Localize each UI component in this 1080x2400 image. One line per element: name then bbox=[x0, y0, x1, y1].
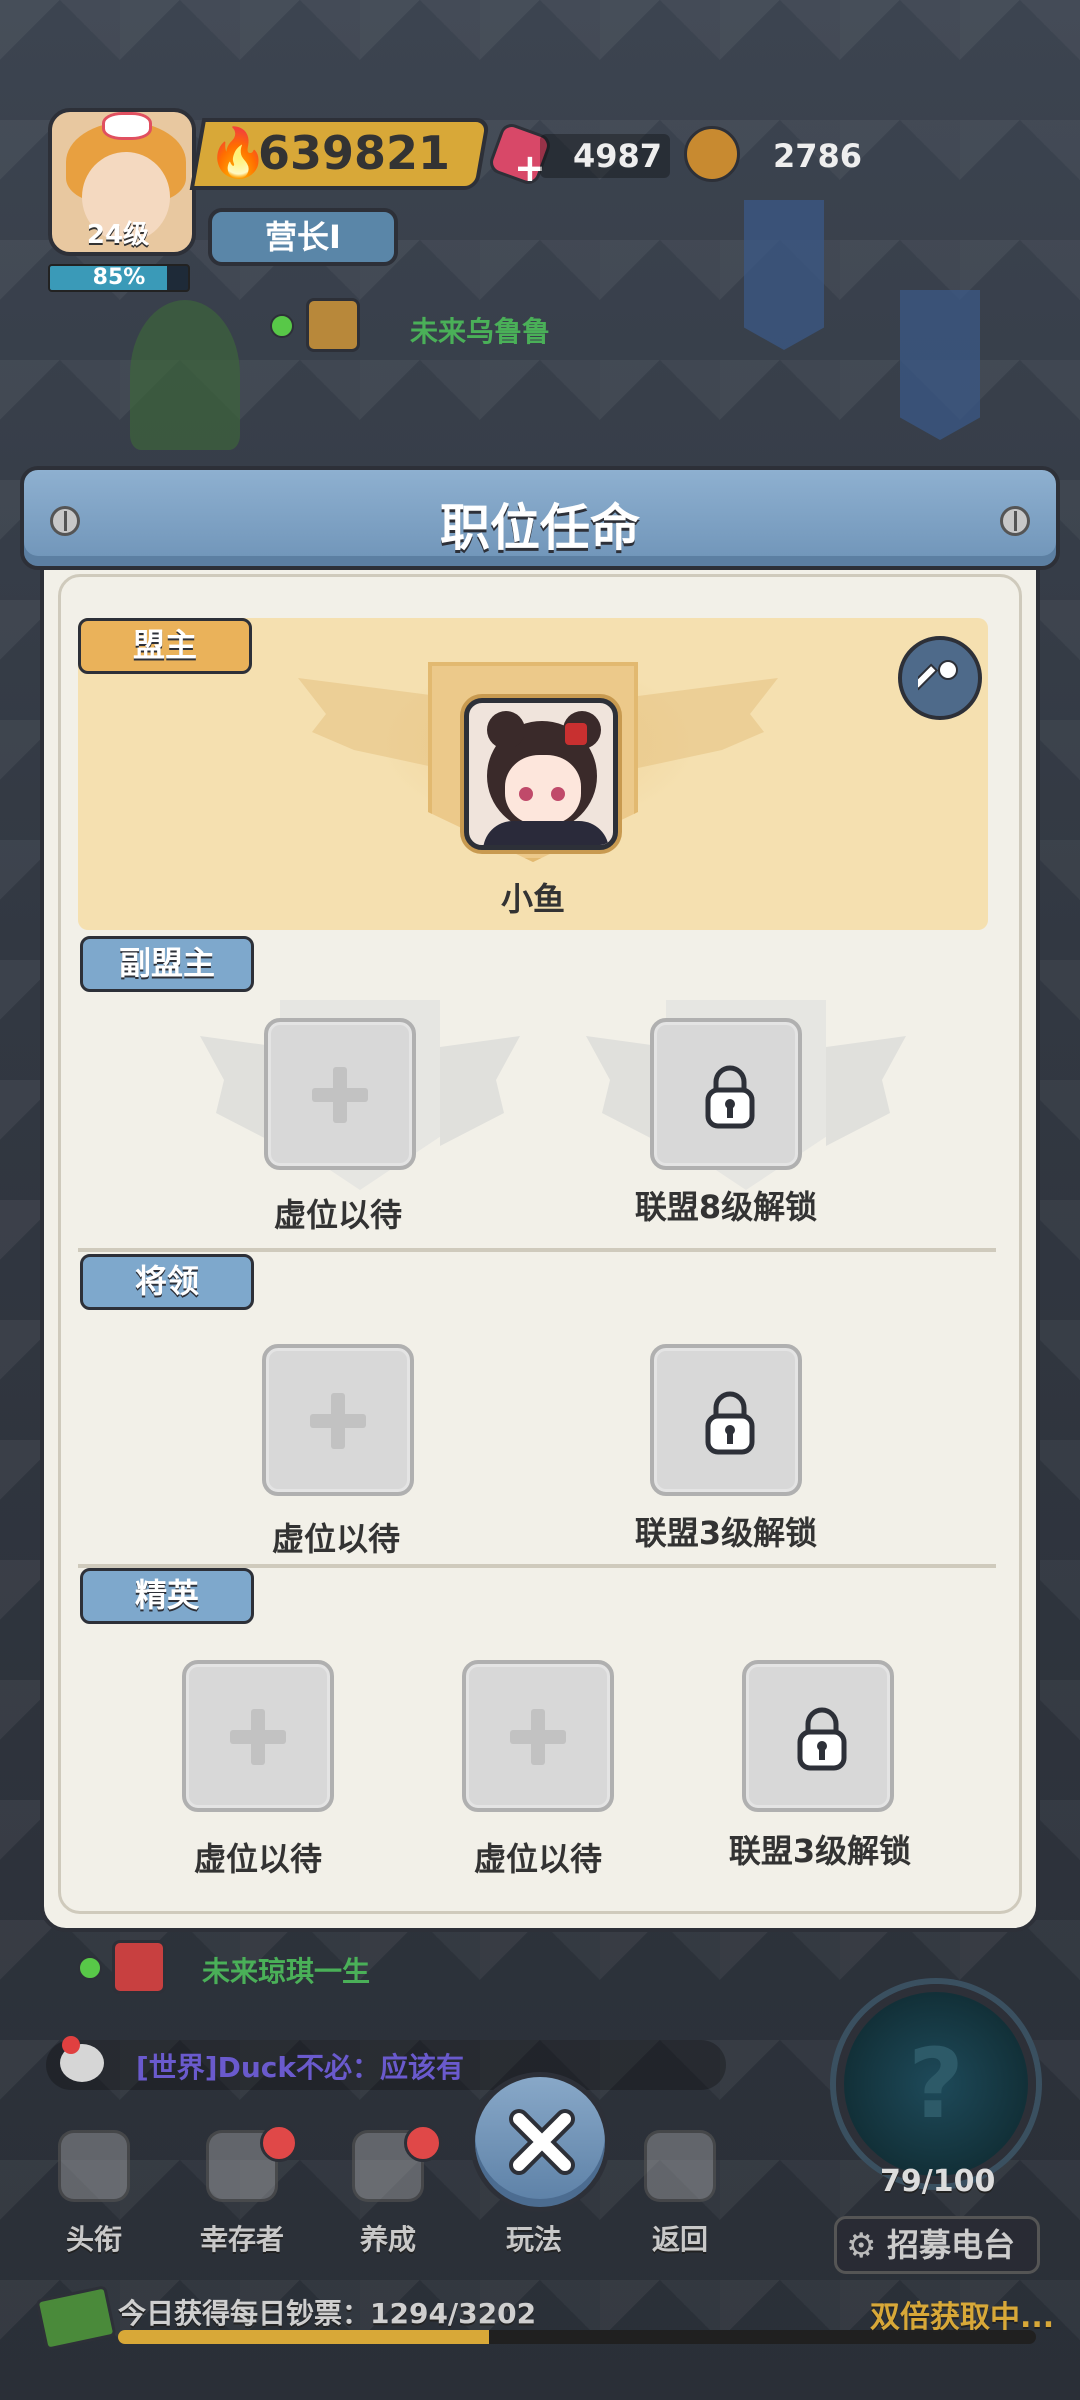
background-plant bbox=[130, 300, 240, 450]
notification-dot bbox=[260, 2124, 298, 2162]
lock-icon bbox=[705, 1391, 755, 1455]
section-tag-leader: 盟主 bbox=[78, 618, 252, 674]
leader-name: 小鱼 bbox=[500, 880, 565, 918]
other-player-avatar[interactable] bbox=[112, 1940, 166, 1994]
nav-title[interactable]: 头衔 bbox=[34, 2130, 154, 2270]
power-value: 639821 bbox=[258, 126, 451, 180]
exit-icon bbox=[644, 2130, 716, 2202]
general-slot-label: 虚位以待 bbox=[271, 1520, 400, 1558]
section-tag-deputy: 副盟主 bbox=[80, 936, 254, 992]
modal-title: 职位任命 bbox=[440, 499, 640, 557]
chat-message[interactable]: [世界]Duck不必：应该有 bbox=[136, 2046, 464, 2086]
nearby-player-name[interactable]: 未来乌鲁鲁 bbox=[410, 310, 550, 350]
gear-icon: ⚙ bbox=[846, 2226, 877, 2266]
notification-dot bbox=[404, 2124, 442, 2162]
radar-count: 79/100 bbox=[880, 2164, 996, 2199]
deputy-slot-label: 虚位以待 bbox=[273, 1196, 402, 1234]
nav-back[interactable]: 返回 bbox=[620, 2130, 740, 2270]
deputy-slot-empty[interactable] bbox=[264, 1018, 416, 1170]
gem-count: 4987 bbox=[540, 134, 670, 178]
player-level: 24级 bbox=[86, 220, 150, 250]
key-icon bbox=[918, 660, 958, 691]
exp-percent: 85% bbox=[92, 265, 146, 290]
general-slot-label: 联盟3级解锁 bbox=[634, 1514, 818, 1552]
question-mark-icon: ? bbox=[908, 2028, 964, 2140]
star-badge-icon bbox=[58, 2130, 130, 2202]
daily-tickets-fill bbox=[118, 2330, 489, 2344]
background-banner bbox=[900, 290, 980, 440]
general-slot-empty[interactable] bbox=[262, 1344, 414, 1496]
close-icon bbox=[509, 2109, 575, 2175]
modal-header: 职位任命 bbox=[20, 466, 1060, 570]
elite-slot-empty[interactable] bbox=[462, 1660, 614, 1812]
section-tag-elite: 精英 bbox=[80, 1568, 254, 1624]
notification-dot bbox=[62, 2036, 80, 2054]
elite-slot-label: 虚位以待 bbox=[193, 1840, 322, 1878]
double-reward-text: 双倍获取中... bbox=[870, 2300, 1055, 2335]
section-tag-general: 将领 bbox=[80, 1254, 254, 1310]
lock-icon bbox=[705, 1065, 755, 1129]
elite-slot-label: 虚位以待 bbox=[473, 1840, 602, 1878]
lock-icon bbox=[797, 1707, 847, 1771]
deputy-slot-locked[interactable] bbox=[650, 1018, 802, 1170]
deputy-slot-label: 联盟8级解锁 bbox=[634, 1188, 818, 1226]
other-player-name[interactable]: 未来琼琪一生 bbox=[202, 1950, 370, 1990]
section-divider bbox=[78, 1248, 996, 1252]
daily-tickets-text: 今日获得每日钞票：1294/3202 bbox=[118, 2297, 537, 2330]
general-slot-locked[interactable] bbox=[650, 1344, 802, 1496]
rivet-icon bbox=[1000, 506, 1030, 536]
coin-count: 2786 bbox=[772, 137, 862, 175]
radar-button[interactable]: ? bbox=[836, 1984, 1036, 2184]
exp-bar: 85% bbox=[48, 264, 190, 292]
online-status-icon bbox=[270, 314, 294, 338]
rank-title-badge[interactable]: 营长Ⅰ bbox=[208, 208, 398, 266]
close-button[interactable] bbox=[470, 2072, 610, 2212]
online-status-icon bbox=[78, 1956, 102, 1980]
coin-icon bbox=[684, 126, 740, 182]
elite-slot-locked[interactable] bbox=[742, 1660, 894, 1812]
background-banner bbox=[744, 200, 824, 350]
transfer-key-button[interactable] bbox=[898, 636, 982, 720]
nearby-player-avatar[interactable] bbox=[306, 298, 360, 352]
leader-portrait[interactable] bbox=[464, 698, 618, 850]
elite-slot-label: 联盟3级解锁 bbox=[728, 1832, 912, 1870]
elite-slot-empty[interactable] bbox=[182, 1660, 334, 1812]
